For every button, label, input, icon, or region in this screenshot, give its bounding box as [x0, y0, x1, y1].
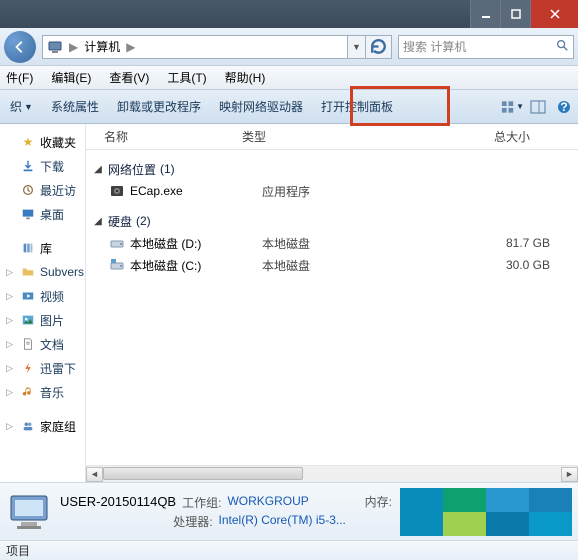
search-icon [555, 38, 569, 55]
list-item[interactable]: ECap.exe 应用程序 [86, 180, 578, 202]
folder-icon [20, 264, 36, 280]
star-icon: ★ [20, 134, 36, 150]
sidebar-subversion[interactable]: ▷Subvers [0, 260, 85, 284]
scroll-right-button[interactable]: ► [561, 467, 578, 482]
status-bar: 项目 [0, 540, 578, 560]
cpu-label: 处理器: [173, 513, 212, 530]
navigation-pane: ★收藏夹 下载 最近访 桌面 库 ▷Subvers ▷视频 ▷图片 ▷文档 ▷迅… [0, 124, 86, 482]
file-list: ◢ 网络位置 (1) ECap.exe 应用程序 ◢ 硬盘 (2) 本地磁盘 (… [86, 150, 578, 465]
maximize-button[interactable] [500, 0, 530, 28]
thunder-icon [20, 360, 36, 376]
sidebar-favorites[interactable]: ★收藏夹 [0, 130, 85, 154]
control-panel-button[interactable]: 打开控制面板 [313, 94, 401, 119]
collapse-icon: ◢ [92, 164, 104, 175]
homegroup-icon [20, 418, 36, 434]
workgroup-value: WORKGROUP [227, 494, 308, 511]
body: ★收藏夹 下载 最近访 桌面 库 ▷Subvers ▷视频 ▷图片 ▷文档 ▷迅… [0, 124, 578, 482]
search-placeholder: 搜索 计算机 [403, 38, 466, 55]
sidebar-pictures[interactable]: ▷图片 [0, 308, 85, 332]
window-titlebar [0, 0, 578, 28]
download-icon [20, 158, 36, 174]
list-item[interactable]: 本地磁盘 (C:) 本地磁盘 30.0 GB [86, 254, 578, 276]
back-button[interactable] [4, 31, 36, 63]
preview-pane-button[interactable] [526, 95, 550, 119]
collapse-icon: ◢ [92, 216, 104, 227]
music-icon [20, 384, 36, 400]
breadcrumb-separator: ▶ [69, 40, 78, 54]
sidebar-music[interactable]: ▷音乐 [0, 380, 85, 404]
file-list-pane: 名称 类型 总大小 ◢ 网络位置 (1) ECap.exe 应用程序 ◢ 硬盘 [86, 124, 578, 482]
status-text: 项目 [6, 542, 30, 559]
mosaic-block [400, 488, 572, 536]
system-properties-button[interactable]: 系统属性 [43, 94, 107, 119]
document-icon [20, 336, 36, 352]
desktop-icon [20, 206, 36, 222]
scroll-left-button[interactable]: ◄ [86, 467, 103, 482]
sidebar-libraries[interactable]: 库 [0, 236, 85, 260]
computer-icon [47, 39, 63, 55]
column-headers: 名称 类型 总大小 [86, 124, 578, 150]
library-icon [20, 240, 36, 256]
minimize-button[interactable] [470, 0, 500, 28]
list-item[interactable]: 本地磁盘 (D:) 本地磁盘 81.7 GB [86, 232, 578, 254]
sidebar-downloads[interactable]: 下载 [0, 154, 85, 178]
sidebar-desktop[interactable]: 桌面 [0, 202, 85, 226]
memory-label: 内存: [365, 493, 392, 510]
menu-view[interactable]: 查看(V) [105, 67, 153, 88]
uninstall-button[interactable]: 卸载或更改程序 [109, 94, 209, 119]
organize-button[interactable]: 织▼ [2, 94, 41, 119]
picture-icon [20, 312, 36, 328]
address-bar[interactable]: ▶ 计算机 ▶ [42, 35, 348, 59]
close-button[interactable] [530, 0, 578, 28]
column-type[interactable]: 类型 [242, 128, 430, 145]
map-drive-button[interactable]: 映射网络驱动器 [211, 94, 311, 119]
menu-help[interactable]: 帮助(H) [221, 67, 270, 88]
menu-edit[interactable]: 编辑(E) [47, 67, 95, 88]
breadcrumb-computer[interactable]: 计算机 [84, 38, 120, 55]
workgroup-label: 工作组: [182, 494, 221, 511]
search-input[interactable]: 搜索 计算机 [398, 35, 574, 59]
sidebar-documents[interactable]: ▷文档 [0, 332, 85, 356]
toolbar: 织▼ 系统属性 卸载或更改程序 映射网络驱动器 打开控制面板 ▼ ? [0, 90, 578, 124]
sidebar-homegroup[interactable]: ▷家庭组 [0, 414, 85, 438]
cpu-value: Intel(R) Core(TM) i5-3... [219, 513, 346, 530]
column-name[interactable]: 名称 [86, 128, 242, 145]
address-dropdown[interactable]: ▼ [348, 35, 366, 59]
navigation-bar: ▶ 计算机 ▶ ▼ 搜索 计算机 [0, 28, 578, 66]
help-button[interactable]: ? [552, 95, 576, 119]
group-header[interactable]: ◢ 硬盘 (2) [86, 210, 578, 232]
view-mode-button[interactable]: ▼ [500, 95, 524, 119]
sidebar-videos[interactable]: ▷视频 [0, 284, 85, 308]
sidebar-recent[interactable]: 最近访 [0, 178, 85, 202]
scroll-track[interactable] [103, 467, 561, 482]
group-header[interactable]: ◢ 网络位置 (1) [86, 158, 578, 180]
video-icon [20, 288, 36, 304]
scroll-thumb[interactable] [103, 467, 303, 480]
menu-file[interactable]: 件(F) [2, 67, 37, 88]
breadcrumb-separator: ▶ [126, 40, 135, 54]
computer-icon [6, 491, 52, 533]
horizontal-scrollbar[interactable]: ◄ ► [86, 465, 578, 482]
svg-text:?: ? [560, 100, 567, 114]
menu-tools[interactable]: 工具(T) [163, 67, 210, 88]
drive-icon [108, 257, 126, 273]
recent-icon [20, 182, 36, 198]
sidebar-thunder[interactable]: ▷迅雷下 [0, 356, 85, 380]
drive-icon [108, 235, 126, 251]
column-size[interactable]: 总大小 [430, 128, 530, 145]
app-icon [108, 183, 126, 199]
computer-name: USER-20150114QB [60, 494, 176, 511]
refresh-button[interactable] [366, 35, 392, 59]
details-text: USER-20150114QB 工作组: WORKGROUP USER-2015… [60, 494, 346, 530]
details-pane: USER-20150114QB 工作组: WORKGROUP USER-2015… [0, 482, 578, 540]
menu-bar: 件(F) 编辑(E) 查看(V) 工具(T) 帮助(H) [0, 66, 578, 90]
